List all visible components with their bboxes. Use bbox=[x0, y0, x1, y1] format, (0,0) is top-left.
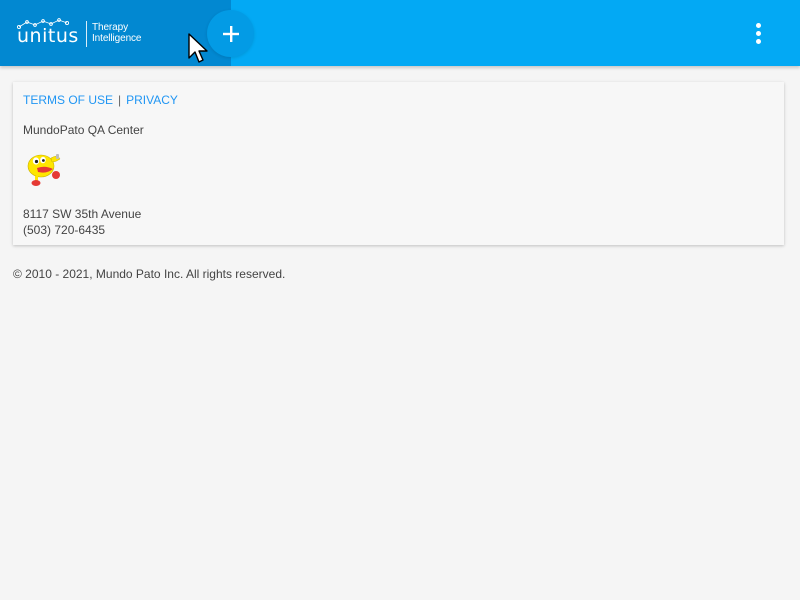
logo-divider bbox=[86, 21, 87, 47]
address-block: 8117 SW 35th Avenue (503) 720-6435 bbox=[23, 206, 141, 238]
logo-tagline-line2: Intelligence bbox=[92, 33, 142, 44]
organization-name: MundoPato QA Center bbox=[23, 123, 144, 137]
logo-wordmark: unitus bbox=[17, 25, 79, 47]
app-header: unitus Therapy Intelligence bbox=[0, 0, 800, 66]
more-vertical-icon-dot bbox=[756, 39, 761, 44]
more-vertical-icon-dot bbox=[756, 31, 761, 36]
terms-of-use-link[interactable]: TERMS OF USE bbox=[23, 93, 113, 107]
footer-card: TERMS OF USE | PRIVACY MundoPato QA Center… bbox=[13, 82, 784, 245]
logo-tagline: Therapy Intelligence bbox=[92, 22, 142, 44]
plus-icon bbox=[222, 25, 239, 42]
privacy-link[interactable]: PRIVACY bbox=[126, 93, 178, 107]
street-address: 8117 SW 35th Avenue bbox=[23, 207, 142, 221]
add-button[interactable] bbox=[207, 10, 254, 57]
copyright-text: © 2010 - 2021, Mundo Pato Inc. All right… bbox=[13, 267, 286, 281]
unitus-logo[interactable]: unitus Therapy Intelligence bbox=[17, 18, 167, 48]
app-screen: unitus Therapy Intelligence TERMS OF USE… bbox=[0, 0, 800, 600]
duck-mascot-icon bbox=[27, 154, 61, 186]
more-menu-button[interactable] bbox=[749, 18, 769, 48]
logo-tagline-line1: Therapy bbox=[92, 22, 128, 33]
legal-links: TERMS OF USE | PRIVACY bbox=[23, 93, 178, 107]
brand-panel: unitus Therapy Intelligence bbox=[0, 0, 231, 66]
link-separator: | bbox=[118, 93, 122, 107]
phone-number: (503) 720-6435 bbox=[23, 223, 106, 237]
more-vertical-icon bbox=[756, 23, 761, 28]
